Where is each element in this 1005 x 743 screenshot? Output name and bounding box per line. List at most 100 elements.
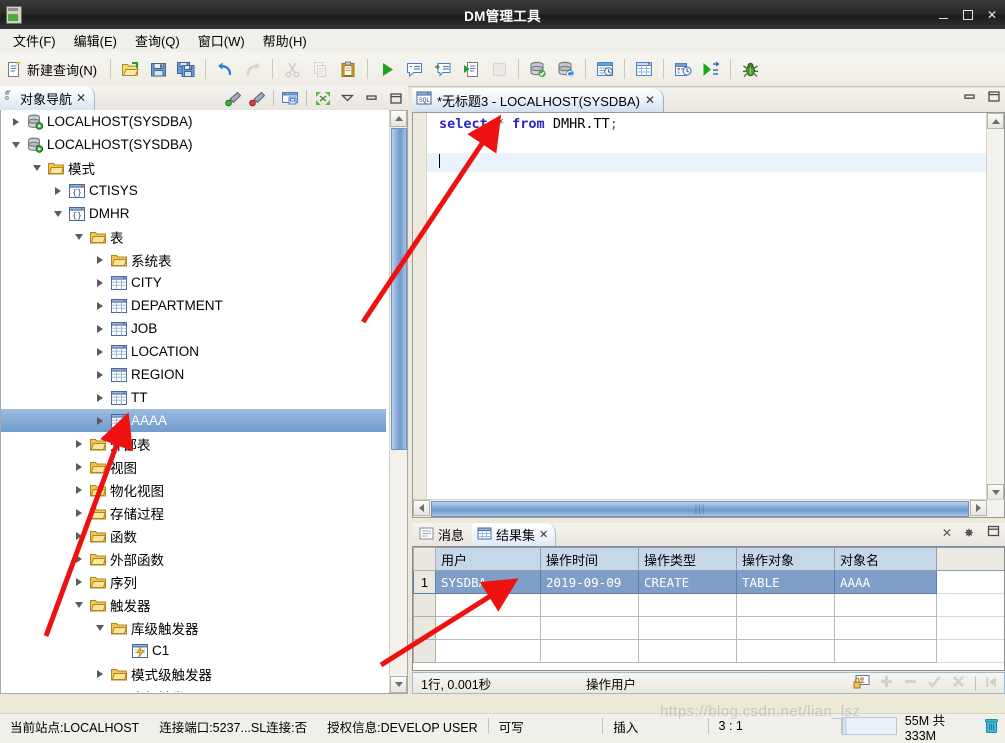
row-number-cell[interactable] (413, 639, 436, 663)
new-query-button[interactable]: 新建查询(N) (0, 56, 105, 82)
cancel-x-icon[interactable] (951, 674, 966, 692)
save-icon[interactable] (145, 56, 171, 82)
console-icon[interactable] (279, 88, 301, 109)
menu-edit[interactable]: 编辑(E) (65, 29, 126, 52)
redo-icon[interactable] (240, 56, 266, 82)
expand-twisty-icon[interactable] (70, 455, 88, 478)
expand-twisty-icon[interactable] (91, 662, 109, 685)
first-page-icon[interactable] (985, 675, 998, 692)
tree-node-[interactable]: 外部表 (1, 432, 390, 455)
menu-query[interactable]: 查询(Q) (126, 29, 189, 52)
col-header-time[interactable]: 操作时间 (540, 547, 639, 571)
table-cell[interactable]: SYSDBA (435, 570, 541, 594)
table-cell[interactable] (540, 639, 639, 663)
open-icon[interactable] (117, 56, 143, 82)
tree-node-localhost-sysdba[interactable]: LOCALHOST(SYSDBA) (1, 133, 390, 156)
tree-node-localhost-sysdba[interactable]: LOCALHOST(SYSDBA) (1, 110, 390, 133)
execute-icon[interactable] (374, 56, 400, 82)
tree-node-[interactable]: 表级触发器 (1, 685, 390, 692)
disconnect-icon[interactable] (246, 88, 268, 109)
maximize-button[interactable] (961, 9, 975, 20)
table-row[interactable] (413, 593, 1004, 617)
trash-icon[interactable] (982, 715, 1001, 737)
execute-script-icon[interactable] (458, 56, 484, 82)
editor-tab-close-icon[interactable]: ✕ (645, 93, 655, 107)
expand-twisty-icon[interactable] (91, 317, 109, 340)
detach-icon[interactable]: ✕ (942, 526, 952, 540)
tree-node-[interactable]: 触发器 (1, 593, 390, 616)
expand-twisty-icon[interactable] (7, 110, 25, 133)
editor-scroll-up-button[interactable] (987, 113, 1004, 129)
results-grid[interactable]: 用户 操作时间 操作类型 操作对象 对象名 1 SYSDBA 2019-09-09 C… (412, 546, 1005, 671)
editor-vertical-scrollbar[interactable] (986, 113, 1004, 500)
tree-node-[interactable]: 模式级触发器 (1, 662, 390, 685)
editor-scroll-left-button[interactable] (413, 500, 430, 516)
table-cell[interactable] (638, 639, 737, 663)
expand-twisty-icon[interactable] (91, 294, 109, 317)
expand-twisty-icon[interactable] (91, 685, 109, 692)
collapse-twisty-icon[interactable] (28, 156, 46, 179)
tree-node-ctisys[interactable]: {} CTISYS (1, 179, 390, 202)
tree-node-department[interactable]: DEPARTMENT (1, 294, 390, 317)
tree-node-c1[interactable]: C1 (1, 639, 390, 662)
tree-node-[interactable]: 存储过程 (1, 501, 390, 524)
table-cell[interactable] (834, 639, 937, 663)
collapse-twisty-icon[interactable] (91, 616, 109, 639)
tree-node-[interactable]: 外部函数 (1, 547, 390, 570)
results-maximize-icon[interactable] (986, 525, 1001, 541)
table-cell[interactable]: TABLE (736, 570, 835, 594)
expand-twisty-icon[interactable] (70, 524, 88, 547)
tree-node-tt[interactable]: TT (1, 386, 390, 409)
history-icon[interactable] (592, 56, 618, 82)
menu-help[interactable]: 帮助(H) (254, 29, 316, 52)
table-cell[interactable] (540, 616, 639, 640)
close-button[interactable]: ✕ (985, 9, 999, 21)
add-row-icon[interactable] (879, 674, 894, 692)
undo-icon[interactable] (212, 56, 238, 82)
minimize-button[interactable] (937, 10, 951, 20)
expand-twisty-icon[interactable] (49, 179, 67, 202)
table-cell[interactable]: AAAA (834, 570, 937, 594)
resultset-tab-close-icon[interactable]: ✕ (539, 528, 548, 541)
tree-node-dmhr[interactable]: {} DMHR (1, 202, 390, 225)
stop-icon[interactable] (486, 56, 512, 82)
tree-node-region[interactable]: REGION (1, 363, 390, 386)
commit-check-icon[interactable] (927, 674, 942, 692)
minimize-icon[interactable] (360, 88, 382, 109)
connect-icon[interactable] (222, 88, 244, 109)
view-menu-icon[interactable] (336, 88, 358, 109)
rollback-icon[interactable] (553, 56, 579, 82)
tree-node-[interactable]: 函数 (1, 524, 390, 547)
table-cell[interactable] (834, 616, 937, 640)
tab-resultset[interactable]: 结果集 ✕ (472, 523, 557, 546)
memory-indicator[interactable]: 55M 共 333M (840, 714, 1005, 743)
navigator-tab-close-icon[interactable]: ✕ (76, 91, 86, 105)
table-row[interactable] (413, 616, 1004, 640)
expand-twisty-icon[interactable] (70, 432, 88, 455)
table-cell[interactable] (736, 616, 835, 640)
tree-node-aaaa[interactable]: AAAA (1, 409, 386, 432)
tab-untitled3[interactable]: SQL *无标题3 - LOCALHOST(SYSDBA) ✕ (412, 88, 665, 112)
table-cell[interactable] (736, 593, 835, 617)
tree-scroll-down-button[interactable] (390, 676, 407, 693)
cut-icon[interactable] (279, 56, 305, 82)
col-header-object[interactable]: 操作对象 (736, 547, 835, 571)
table-row[interactable]: 1 SYSDBA 2019-09-09 CREATE TABLE AAAA (413, 570, 1004, 594)
pin-icon[interactable]: ✸ (964, 526, 974, 540)
expand-twisty-icon[interactable] (91, 271, 109, 294)
tree-node-city[interactable]: CITY (1, 271, 390, 294)
editor-scroll-right-button[interactable] (970, 500, 987, 516)
tree-node-[interactable]: 模式 (1, 156, 390, 179)
table-row[interactable] (413, 639, 1004, 663)
expand-twisty-icon[interactable] (91, 363, 109, 386)
copy-icon[interactable] (307, 56, 333, 82)
table-cell[interactable] (638, 616, 737, 640)
tree-scroll-thumb[interactable] (391, 128, 407, 450)
debug-bug-icon[interactable] (737, 56, 763, 82)
tree-node-[interactable]: 序列 (1, 570, 390, 593)
sql-editor-area[interactable]: select * from DMHR.TT; ||| (412, 112, 1005, 518)
expand-twisty-icon[interactable] (91, 248, 109, 271)
run-debug-icon[interactable] (698, 56, 724, 82)
tree-node-job[interactable]: JOB (1, 317, 390, 340)
table-cell[interactable] (435, 593, 541, 617)
